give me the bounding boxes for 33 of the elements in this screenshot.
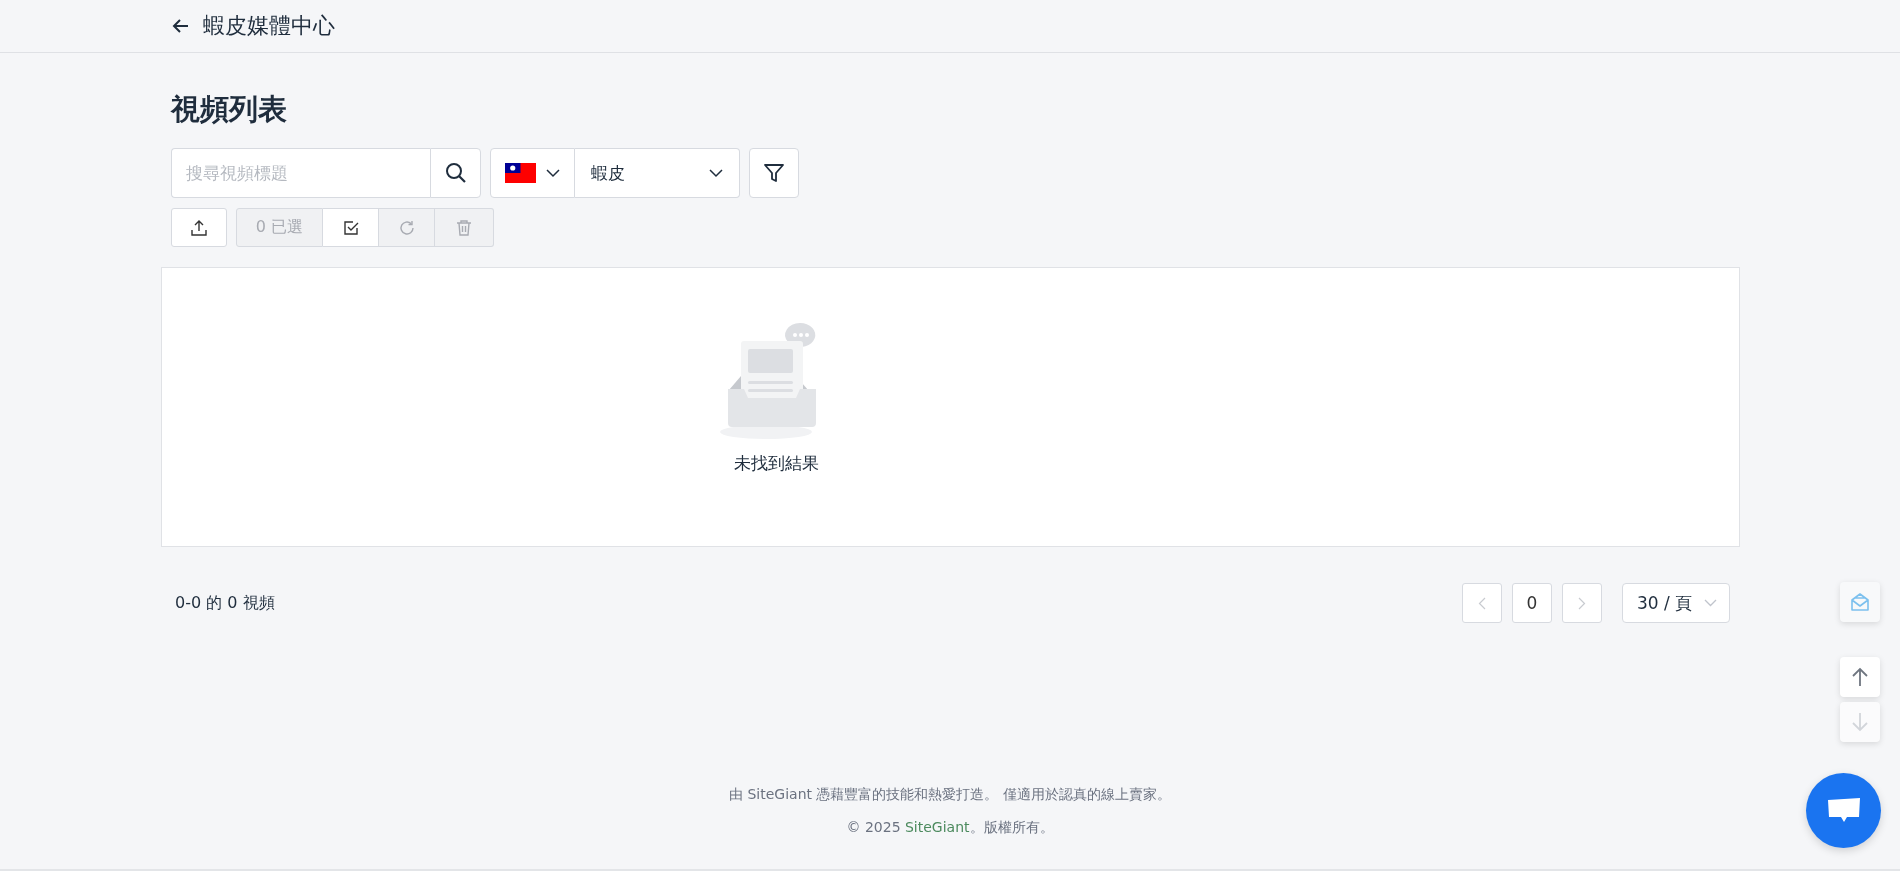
page-number[interactable]: 0	[1512, 583, 1552, 623]
trash-icon	[456, 219, 472, 236]
chat-button[interactable]	[1806, 773, 1881, 848]
envelope-icon	[1850, 592, 1870, 612]
results-summary: 0-0 的 0 視頻	[175, 592, 275, 614]
empty-message: 未找到結果	[733, 452, 819, 475]
filter-icon	[763, 162, 785, 184]
select-all-button[interactable]	[323, 208, 379, 247]
refresh-icon	[398, 219, 415, 236]
flag-icon	[505, 163, 536, 183]
search-icon	[444, 162, 467, 184]
scroll-up-button[interactable]	[1840, 657, 1880, 697]
platform-select[interactable]: 蝦皮	[575, 148, 740, 198]
app-title: 蝦皮媒體中心	[203, 12, 335, 40]
checkbox-icon	[342, 219, 359, 236]
chevron-down-icon	[546, 168, 560, 178]
copyright-notice: © 2025 SiteGiant。版權所有。	[845, 819, 1055, 837]
arrow-up-icon	[1851, 667, 1869, 687]
chevron-down-icon	[1704, 599, 1717, 607]
chevron-left-icon	[1478, 596, 1486, 610]
arrow-down-icon	[1851, 712, 1869, 732]
filter-button[interactable]	[749, 148, 799, 198]
footer-tagline: 由 SiteGiant 憑藉豐富的技能和熱愛打造。 僅適用於認真的線上賣家。	[728, 786, 1172, 804]
search-field[interactable]: 搜尋視頻標題	[171, 148, 430, 198]
chevron-down-icon	[709, 168, 723, 178]
page-title: 視頻列表	[171, 95, 288, 124]
page-size-select[interactable]: 30 / 頁	[1622, 583, 1730, 623]
sitegiant-link[interactable]: SiteGiant	[905, 819, 970, 835]
search-button[interactable]	[430, 148, 481, 198]
upload-icon	[191, 219, 207, 236]
chevron-right-icon	[1578, 596, 1586, 610]
region-select[interactable]	[490, 148, 575, 198]
upload-button[interactable]	[171, 208, 227, 247]
